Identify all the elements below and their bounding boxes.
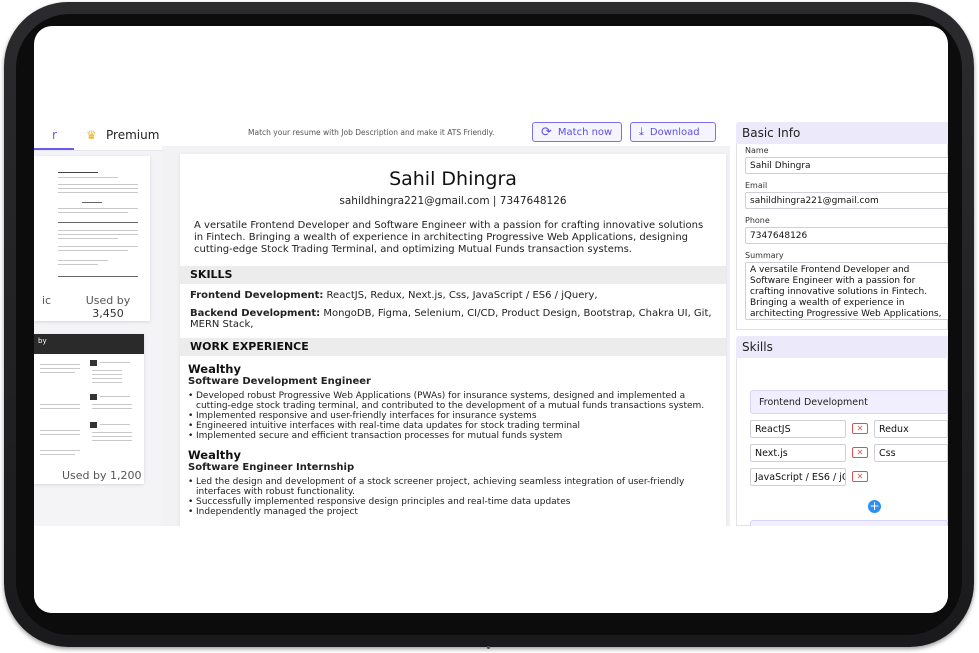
screen-lower-area [34, 526, 948, 613]
camera-dot [487, 646, 490, 649]
list-item: Led the design and development of a stoc… [188, 477, 718, 497]
template-label: ic [42, 294, 52, 307]
tab-premium-label: Premium [106, 128, 160, 142]
resume-name: Sahil Dhingra [389, 168, 517, 190]
download-icon: ⤓ [639, 125, 644, 138]
skill-category-field[interactable]: Frontend Development [750, 390, 948, 414]
match-description-text: Match your resume with Job Description a… [248, 128, 495, 137]
tab-premium[interactable]: ♛ Premium [86, 128, 159, 142]
list-item: Implemented secure and efficient transac… [188, 431, 718, 441]
resume-contact: sahildhingra221@gmail.com | 7347648126 [339, 195, 567, 207]
template-thumbnail [42, 164, 148, 284]
template-card[interactable]: ic Used by 3,450 [34, 156, 150, 321]
skills-form [736, 358, 948, 526]
name-label: Name [745, 146, 769, 155]
summary-field[interactable]: A versatile Frontend Developer and Softw… [745, 262, 948, 320]
skill-input[interactable]: Css [874, 444, 948, 462]
job-company: Wealthy [188, 448, 241, 462]
resume-summary: A versatile Frontend Developer and Softw… [194, 220, 704, 255]
match-now-label: Match now [557, 126, 613, 138]
email-label: Email [745, 181, 768, 190]
template-card[interactable]: by Used by 1,200 [34, 334, 144, 484]
job-company: Wealthy [188, 362, 241, 376]
template-card-footer: Used by 1,200 [62, 469, 142, 482]
skill-values: ReactJS, Redux, Next.js, Css, JavaScript… [323, 290, 598, 301]
name-field[interactable]: Sahil Dhingra [745, 157, 948, 174]
delete-icon[interactable]: ✕ [852, 471, 868, 482]
list-item: Engineered intuitive interfaces with rea… [188, 421, 718, 431]
used-by-label: Used by [62, 469, 107, 482]
tablet-device: r ♛ Premium ic Used by 3,450 by Used by … [0, 0, 979, 653]
skill-input[interactable]: Redux [874, 420, 948, 438]
job-role: Software Development Engineer [188, 376, 371, 387]
skill-input[interactable]: JavaScript / ES6 / jQ [750, 468, 846, 486]
list-item: Implemented responsive and user-friendly… [188, 411, 718, 421]
summary-label: Summary [745, 251, 784, 260]
delete-icon[interactable]: ✕ [852, 423, 868, 434]
phone-label: Phone [745, 216, 770, 225]
used-by-label: Used by [85, 294, 131, 307]
job-bullets: Developed robust Progressive Web Applica… [188, 391, 718, 441]
job-bullets: Led the design and development of a stoc… [188, 477, 718, 517]
list-item: Successfully implemented responsive desi… [188, 497, 718, 507]
list-item: Independently managed the project [188, 507, 718, 517]
template-thumbnail-header: by [34, 334, 144, 354]
basic-info-form: Name Sahil Dhingra Email sahildhingra221… [736, 144, 948, 330]
add-skill-icon[interactable]: + [868, 500, 881, 513]
editor-panel: Basic Info Name Sahil Dhingra Email sahi… [736, 122, 948, 544]
template-tabs: r ♛ Premium [34, 122, 162, 151]
tab-free[interactable]: r [34, 122, 74, 150]
work-heading: WORK EXPERIENCE [180, 338, 726, 356]
download-button[interactable]: ⤓ Download [630, 122, 716, 142]
skill-line: Backend Development: MongoDB, Figma, Sel… [190, 308, 715, 330]
skills-panel-heading[interactable]: Skills [736, 336, 948, 358]
delete-icon[interactable]: ✕ [852, 447, 868, 458]
job-role: Software Engineer Internship [188, 462, 355, 473]
skill-input[interactable]: Next.js [750, 444, 846, 462]
app-screen: r ♛ Premium ic Used by 3,450 by Used by … [34, 26, 948, 613]
resume-preview: Sahil Dhingra sahildhingra221@gmail.com … [180, 154, 726, 526]
email-field[interactable]: sahildhingra221@gmail.com [745, 192, 948, 209]
basic-info-heading[interactable]: Basic Info [736, 122, 948, 144]
crown-icon: ♛ [86, 127, 97, 142]
template-thumbnail: by [34, 334, 144, 462]
template-sidebar: r ♛ Premium ic Used by 3,450 by Used by … [34, 122, 162, 526]
used-by-count: 3,450 [92, 307, 124, 320]
skills-heading: SKILLS [180, 266, 726, 284]
match-now-button[interactable]: ⟳ Match now [532, 122, 622, 142]
phone-field[interactable]: 7347648126 [745, 227, 948, 244]
download-label: Download [649, 126, 700, 138]
toolbar: Match your resume with Job Description a… [174, 122, 726, 146]
skill-category: Frontend Development: [190, 290, 324, 301]
skill-line: Frontend Development: ReactJS, Redux, Ne… [190, 290, 715, 301]
skill-input[interactable]: ReactJS [750, 420, 846, 438]
list-item: Developed robust Progressive Web Applica… [188, 391, 718, 411]
used-by-count: 1,200 [110, 469, 142, 482]
refresh-icon: ⟳ [541, 124, 552, 140]
skill-category: Backend Development: [190, 308, 321, 319]
